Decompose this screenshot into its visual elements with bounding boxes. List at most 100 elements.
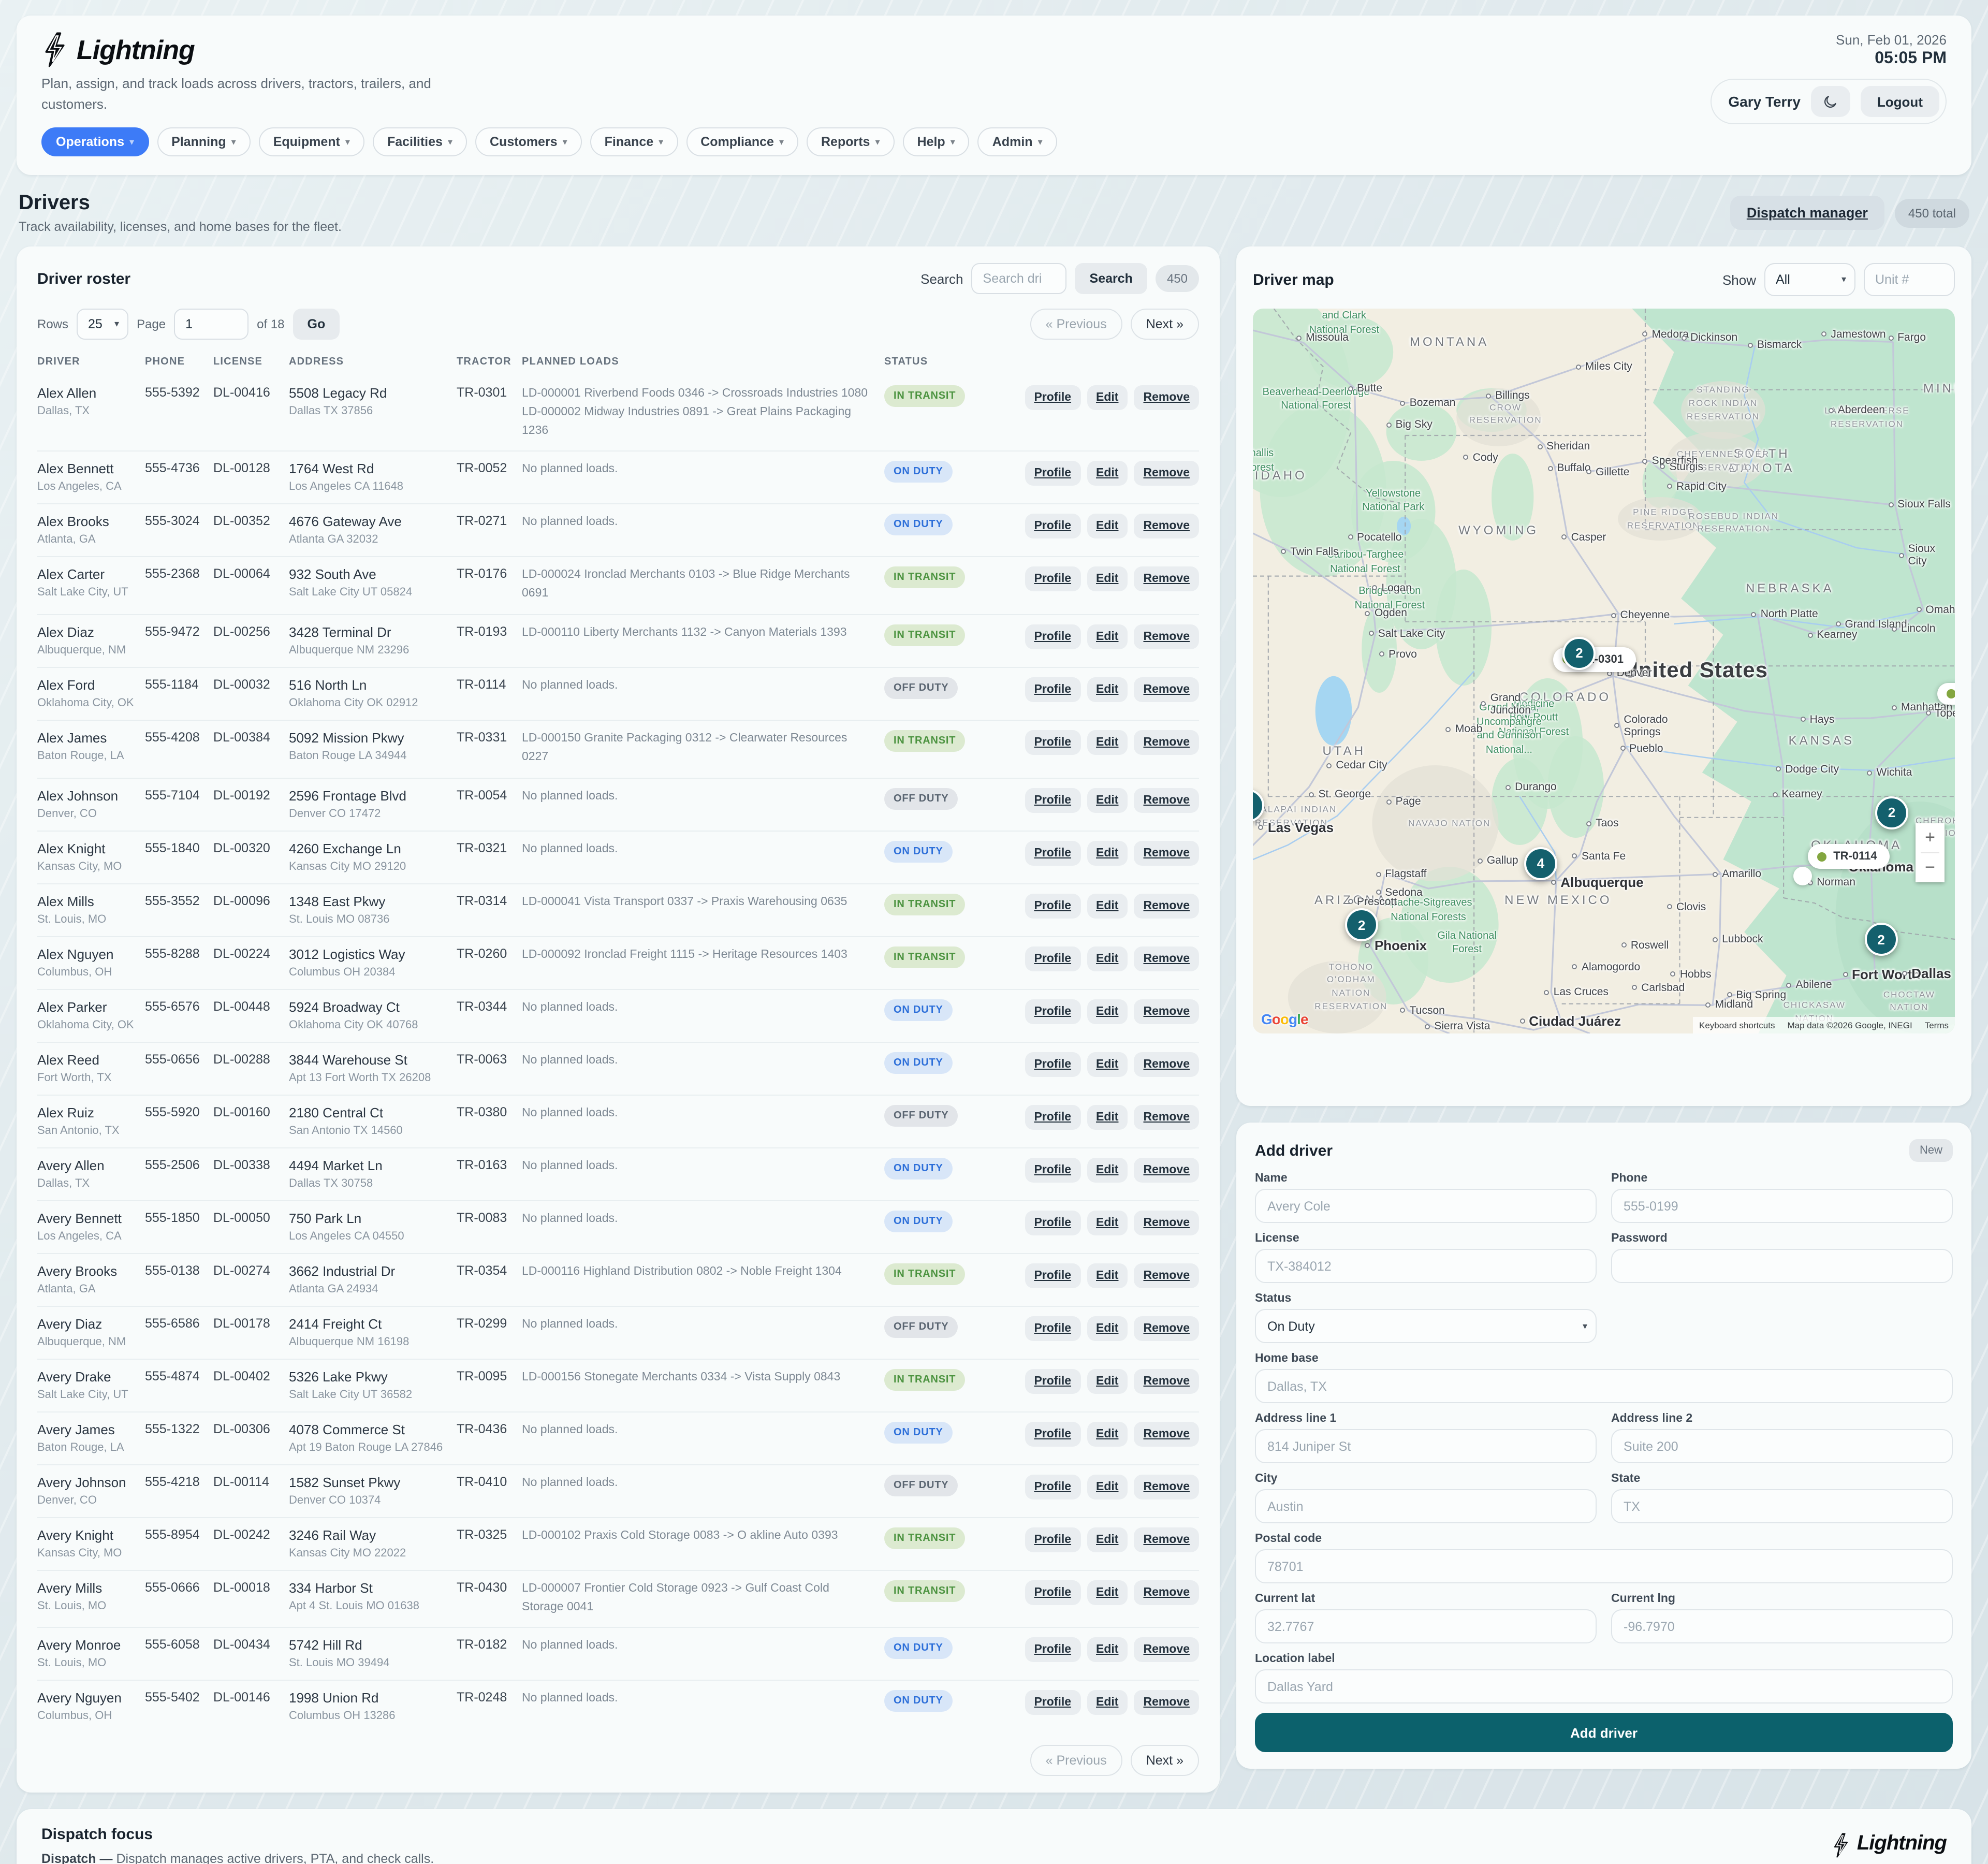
nav-item-compliance[interactable]: Compliance▾: [686, 127, 798, 156]
profile-button[interactable]: Profile: [1025, 1210, 1080, 1235]
remove-button[interactable]: Remove: [1134, 999, 1200, 1024]
edit-button[interactable]: Edit: [1087, 1368, 1128, 1393]
remove-button[interactable]: Remove: [1134, 788, 1200, 812]
nav-item-customers[interactable]: Customers▾: [475, 127, 582, 156]
profile-button[interactable]: Profile: [1025, 385, 1080, 410]
dispatch-manager-link[interactable]: Dispatch manager: [1730, 196, 1884, 230]
map-attribution-item[interactable]: Keyboard shortcuts: [1693, 1017, 1781, 1033]
edit-button[interactable]: Edit: [1087, 840, 1128, 865]
remove-button[interactable]: Remove: [1134, 1527, 1200, 1552]
search-button[interactable]: Search: [1075, 263, 1147, 294]
remove-button[interactable]: Remove: [1134, 1316, 1200, 1341]
profile-button[interactable]: Profile: [1025, 567, 1080, 592]
edit-button[interactable]: Edit: [1087, 1316, 1128, 1341]
rows-per-page-select[interactable]: 25: [77, 309, 128, 340]
theme-toggle-button[interactable]: [1811, 86, 1850, 117]
profile-button[interactable]: Profile: [1025, 893, 1080, 918]
cluster-marker[interactable]: 4: [1524, 847, 1557, 880]
unit-marker-pill[interactable]: TR-0114: [1807, 844, 1889, 869]
cluster-marker[interactable]: 2: [1875, 796, 1908, 829]
remove-button[interactable]: Remove: [1134, 893, 1200, 918]
remove-button[interactable]: Remove: [1134, 1638, 1200, 1663]
city-field[interactable]: [1255, 1489, 1597, 1523]
profile-button[interactable]: Profile: [1025, 1474, 1080, 1499]
map-zoom-out-button[interactable]: −: [1916, 853, 1945, 882]
map-zoom-in-button[interactable]: +: [1916, 823, 1945, 852]
edit-button[interactable]: Edit: [1087, 1157, 1128, 1182]
edit-button[interactable]: Edit: [1087, 788, 1128, 812]
remove-button[interactable]: Remove: [1134, 1052, 1200, 1076]
remove-button[interactable]: Remove: [1134, 1210, 1200, 1235]
edit-button[interactable]: Edit: [1087, 624, 1128, 649]
edit-button[interactable]: Edit: [1087, 1052, 1128, 1076]
profile-button[interactable]: Profile: [1025, 1316, 1080, 1341]
edit-button[interactable]: Edit: [1087, 1527, 1128, 1552]
remove-button[interactable]: Remove: [1134, 1104, 1200, 1129]
previous-page-button-bottom[interactable]: « Previous: [1030, 1745, 1122, 1776]
state-field[interactable]: [1611, 1489, 1953, 1523]
profile-button[interactable]: Profile: [1025, 999, 1080, 1024]
nav-item-facilities[interactable]: Facilities▾: [373, 127, 467, 156]
edit-button[interactable]: Edit: [1087, 1263, 1128, 1288]
remove-button[interactable]: Remove: [1134, 946, 1200, 971]
status-select[interactable]: On Duty: [1255, 1309, 1597, 1343]
remove-button[interactable]: Remove: [1134, 840, 1200, 865]
edit-button[interactable]: Edit: [1087, 999, 1128, 1024]
edit-button[interactable]: Edit: [1087, 1638, 1128, 1663]
nav-item-finance[interactable]: Finance▾: [590, 127, 678, 156]
nav-item-reports[interactable]: Reports▾: [807, 127, 895, 156]
profile-button[interactable]: Profile: [1025, 1580, 1080, 1605]
remove-button[interactable]: Remove: [1134, 1421, 1200, 1446]
profile-button[interactable]: Profile: [1025, 677, 1080, 702]
edit-button[interactable]: Edit: [1087, 385, 1128, 410]
edit-button[interactable]: Edit: [1087, 1691, 1128, 1715]
profile-button[interactable]: Profile: [1025, 1368, 1080, 1393]
show-filter-select[interactable]: All: [1764, 263, 1855, 296]
profile-button[interactable]: Profile: [1025, 1104, 1080, 1129]
edit-button[interactable]: Edit: [1087, 461, 1128, 486]
profile-button[interactable]: Profile: [1025, 461, 1080, 486]
profile-button[interactable]: Profile: [1025, 624, 1080, 649]
profile-button[interactable]: Profile: [1025, 514, 1080, 539]
profile-button[interactable]: Profile: [1025, 730, 1080, 755]
add-driver-submit-button[interactable]: Add driver: [1255, 1713, 1953, 1752]
remove-button[interactable]: Remove: [1134, 385, 1200, 410]
edit-button[interactable]: Edit: [1087, 514, 1128, 539]
nav-item-equipment[interactable]: Equipment▾: [259, 127, 364, 156]
logout-button[interactable]: Logout: [1861, 86, 1939, 117]
remove-button[interactable]: Remove: [1134, 1157, 1200, 1182]
go-button[interactable]: Go: [293, 309, 340, 340]
next-page-button-bottom[interactable]: Next »: [1131, 1745, 1199, 1776]
name-field[interactable]: [1255, 1189, 1597, 1223]
edit-button[interactable]: Edit: [1087, 1104, 1128, 1129]
license-field[interactable]: [1255, 1249, 1597, 1283]
remove-button[interactable]: Remove: [1134, 514, 1200, 539]
edit-button[interactable]: Edit: [1087, 730, 1128, 755]
unit-marker-pill[interactable]: [1937, 683, 1955, 705]
current-lat-field[interactable]: [1255, 1609, 1597, 1643]
remove-button[interactable]: Remove: [1134, 1263, 1200, 1288]
remove-button[interactable]: Remove: [1134, 677, 1200, 702]
edit-button[interactable]: Edit: [1087, 1421, 1128, 1446]
nav-item-admin[interactable]: Admin▾: [978, 127, 1057, 156]
edit-button[interactable]: Edit: [1087, 677, 1128, 702]
remove-button[interactable]: Remove: [1134, 1474, 1200, 1499]
remove-button[interactable]: Remove: [1134, 1691, 1200, 1715]
edit-button[interactable]: Edit: [1087, 946, 1128, 971]
profile-button[interactable]: Profile: [1025, 788, 1080, 812]
nav-item-help[interactable]: Help▾: [903, 127, 970, 156]
phone-field[interactable]: [1611, 1189, 1953, 1223]
address2-field[interactable]: [1611, 1429, 1953, 1463]
current-lng-field[interactable]: [1611, 1609, 1953, 1643]
profile-button[interactable]: Profile: [1025, 946, 1080, 971]
page-input[interactable]: [174, 309, 248, 340]
edit-button[interactable]: Edit: [1087, 1210, 1128, 1235]
edit-button[interactable]: Edit: [1087, 1580, 1128, 1605]
profile-button[interactable]: Profile: [1025, 1263, 1080, 1288]
password-field[interactable]: [1611, 1249, 1953, 1283]
nav-item-operations[interactable]: Operations▾: [41, 127, 149, 156]
profile-button[interactable]: Profile: [1025, 1638, 1080, 1663]
profile-button[interactable]: Profile: [1025, 840, 1080, 865]
remove-button[interactable]: Remove: [1134, 624, 1200, 649]
profile-button[interactable]: Profile: [1025, 1421, 1080, 1446]
